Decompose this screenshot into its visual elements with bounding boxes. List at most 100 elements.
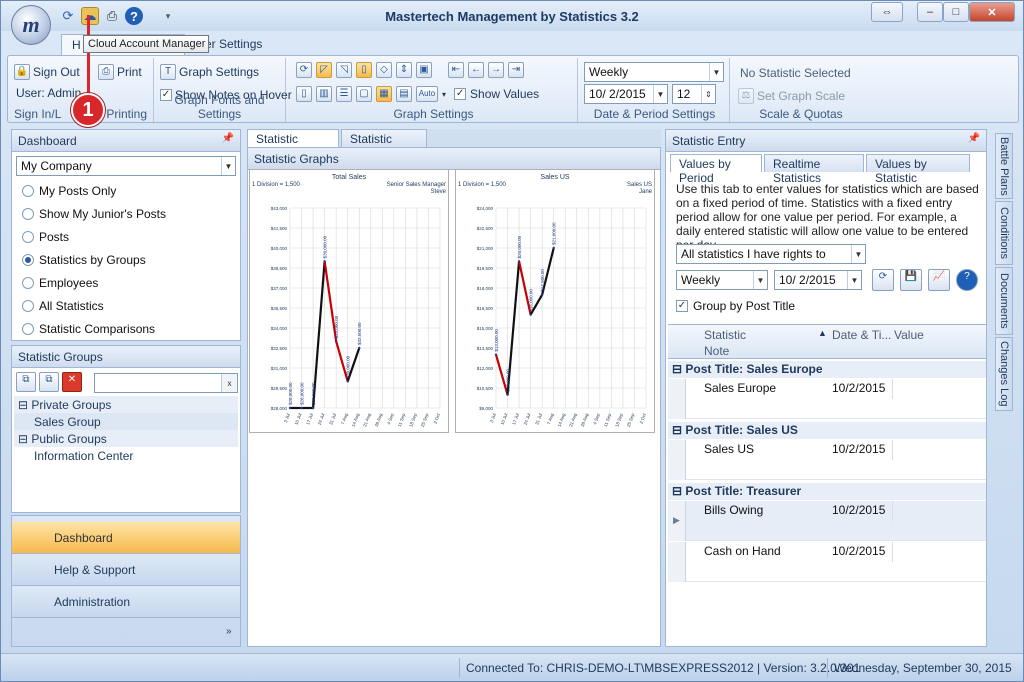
tree-group[interactable]: ⊟ Private Groups — [14, 396, 238, 413]
entry-tab[interactable]: Values by Period — [670, 154, 762, 185]
tab-settings[interactable]: er Settings — [205, 34, 272, 55]
auto-dropdown-icon[interactable]: ▾ — [442, 90, 446, 99]
data-point[interactable] — [311, 406, 315, 410]
graph-card[interactable]: Sales US 1 Division = 1,500 Sales US Jane $9… — [455, 169, 655, 433]
last-page-icon[interactable]: ⇥ — [508, 62, 524, 78]
save-icon[interactable]: 💾 — [900, 269, 922, 291]
app-menu-orb[interactable]: m — [11, 5, 51, 45]
help-icon[interactable]: ? — [125, 7, 143, 25]
clear-search-button[interactable]: x — [221, 374, 237, 392]
period-select[interactable]: Weekly ▼ — [584, 62, 724, 82]
restore-arrows-button[interactable]: ⇔ — [871, 2, 903, 22]
nav-help-support[interactable]: Help & Support — [12, 554, 240, 586]
set-scale-button[interactable]: ⚖ Set Graph Scale — [738, 88, 845, 104]
previous-icon[interactable]: ← — [468, 62, 484, 78]
col-note[interactable]: Note — [704, 344, 729, 358]
grid-two-icon[interactable]: ▦ — [376, 86, 392, 102]
graph-settings-button[interactable]: T Graph Settings — [160, 64, 259, 80]
help-icon[interactable]: ? — [956, 269, 978, 291]
data-point[interactable] — [288, 406, 292, 410]
multi-graph-icon[interactable]: ▥ — [316, 86, 332, 102]
dashboard-option[interactable]: All Statistics — [22, 299, 104, 313]
col-statistic[interactable]: Statistic — [704, 328, 746, 342]
group-search-input[interactable]: x — [94, 373, 238, 393]
data-point[interactable] — [300, 406, 303, 410]
single-graph-icon[interactable]: ▯ — [296, 86, 312, 102]
chart-icon[interactable]: 📈 — [928, 269, 950, 291]
tree-item[interactable]: Sales Group — [14, 413, 238, 430]
pin-icon[interactable]: 📌 — [222, 133, 234, 144]
list-graph-icon[interactable]: ☰ — [336, 86, 352, 102]
refresh-graph-icon[interactable]: ⟳ — [296, 62, 312, 78]
nav-dashboard[interactable]: Dashboard — [12, 522, 240, 554]
delete-icon[interactable]: ✕ — [62, 372, 82, 392]
nav-administration[interactable]: Administration — [12, 586, 240, 618]
line-graph-alt-icon[interactable]: ◹ — [336, 62, 352, 78]
data-point[interactable] — [529, 313, 532, 316]
value-cell[interactable] — [892, 440, 893, 460]
dashboard-option[interactable]: Posts — [22, 230, 69, 244]
refresh-icon[interactable]: ⟳ — [872, 269, 894, 291]
dashboard-option[interactable]: My Posts Only — [22, 184, 116, 198]
tab-statistic-graphs[interactable]: Statistic Graphs — [247, 129, 339, 160]
graph-card[interactable]: Total Sales 1 Division = 1,500 Senior Sale… — [249, 169, 449, 433]
first-page-icon[interactable]: ⇤ — [448, 62, 464, 78]
entry-tab[interactable]: Realtime Statistics — [764, 154, 864, 185]
fit-icon[interactable]: ▣ — [416, 62, 432, 78]
entry-period-select[interactable]: Weekly ▼ — [676, 270, 768, 290]
resize-icon[interactable]: ⇕ — [396, 62, 412, 78]
table-row[interactable]: ▶ Bills Owing 10/2/2015 — [668, 501, 986, 541]
entry-date-picker[interactable]: 10/ 2/2015 ▼ — [774, 270, 862, 290]
line-graph-icon[interactable]: ◸ — [316, 62, 332, 78]
row-selector[interactable]: ▶ — [668, 501, 686, 541]
data-point[interactable] — [517, 260, 521, 263]
maximize-button[interactable]: □ — [943, 2, 969, 22]
data-point[interactable] — [552, 246, 555, 250]
minimize-button[interactable]: – — [917, 2, 943, 22]
dashboard-option[interactable]: Statistics by Groups — [22, 253, 146, 267]
expand-nav-icon[interactable]: » — [226, 626, 232, 637]
tree-group[interactable]: ⊟ Public Groups — [14, 430, 238, 447]
data-point[interactable] — [323, 260, 326, 263]
grid-three-icon[interactable]: ▤ — [396, 86, 412, 102]
paste-group-icon[interactable]: ⧉ — [39, 372, 59, 392]
data-point[interactable] — [334, 340, 338, 343]
shape-icon[interactable]: ◇ — [376, 62, 392, 78]
post-group-row[interactable]: ⊟ Post Title: Treasurer — [668, 483, 986, 500]
tree-item[interactable]: Information Center — [14, 447, 238, 464]
table-row[interactable]: Sales US 10/2/2015 — [668, 440, 986, 480]
row-selector[interactable] — [668, 440, 686, 480]
col-value[interactable]: Value — [894, 328, 924, 342]
side-tab[interactable]: Documents — [995, 267, 1013, 335]
refresh-icon[interactable]: ⟳ — [59, 7, 77, 25]
post-group-row[interactable]: ⊟ Post Title: Sales Europe — [668, 361, 986, 378]
row-selector[interactable] — [668, 542, 686, 582]
auto-layout-icon[interactable]: Auto — [416, 86, 438, 102]
group-by-checkbox[interactable]: ✓ Group by Post Title — [676, 299, 795, 313]
data-point[interactable] — [358, 346, 361, 350]
period-count-stepper[interactable]: 12 ⇕ — [672, 84, 716, 104]
show-values-checkbox-icon[interactable]: ✓ — [454, 88, 467, 100]
dashboard-option[interactable]: Statistic Comparisons — [22, 322, 155, 336]
col-date[interactable]: Date & Ti... — [832, 328, 891, 342]
side-tab[interactable]: Battle Plans — [995, 133, 1013, 199]
side-tab[interactable]: Conditions — [995, 201, 1013, 265]
table-row[interactable]: Cash on Hand 10/2/2015 — [668, 542, 986, 582]
dashboard-option[interactable]: Employees — [22, 276, 98, 290]
rights-filter-select[interactable]: All statistics I have rights to ▼ — [676, 244, 866, 264]
value-cell[interactable] — [892, 542, 893, 562]
data-point[interactable] — [540, 293, 544, 296]
qat-customize-icon[interactable]: ▾ — [159, 7, 177, 25]
next-icon[interactable]: → — [488, 62, 504, 78]
value-cell[interactable] — [892, 501, 893, 521]
print-icon[interactable]: ⎙ — [103, 7, 121, 25]
copy-group-icon[interactable]: ⧉ — [16, 372, 36, 392]
side-tab[interactable]: Changes Log — [995, 337, 1013, 411]
data-point[interactable] — [506, 393, 509, 396]
cloud-account-icon[interactable]: ☁ — [81, 7, 99, 25]
print-button[interactable]: ⎙ Print — [98, 64, 142, 80]
table-row[interactable]: Sales Europe 10/2/2015 — [668, 379, 986, 419]
sign-out-button[interactable]: 🔒 Sign Out — [14, 64, 80, 80]
pin-icon[interactable]: 📌 — [968, 133, 980, 144]
dashboard-option[interactable]: Show My Junior's Posts — [22, 207, 166, 221]
